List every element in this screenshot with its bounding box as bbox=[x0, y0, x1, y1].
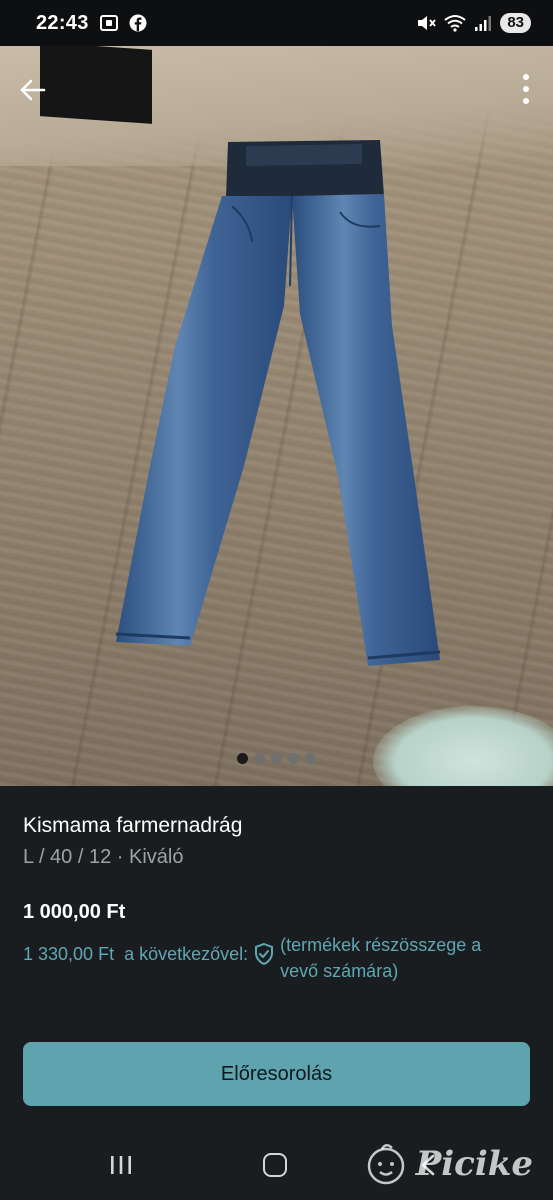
home-icon[interactable] bbox=[263, 1153, 287, 1177]
gallery-dot[interactable] bbox=[288, 753, 299, 764]
buyer-price-row[interactable]: 1 330,00 Ft a következővel: (termékek ré… bbox=[23, 930, 533, 984]
product-image-gallery[interactable] bbox=[0, 46, 553, 786]
gallery-pagination bbox=[0, 753, 553, 764]
gallery-dot[interactable] bbox=[305, 753, 316, 764]
jeans-image bbox=[115, 140, 441, 666]
watermark: Picike bbox=[362, 1142, 533, 1186]
item-subtitle: L / 40 / 12 · Kiváló bbox=[23, 846, 184, 868]
gallery-dot[interactable] bbox=[271, 753, 282, 764]
shield-check-icon bbox=[255, 942, 274, 966]
status-bar: 22:43 83 bbox=[0, 0, 553, 46]
mute-icon bbox=[418, 16, 437, 30]
baby-face-logo-icon bbox=[367, 1144, 404, 1185]
facebook-icon bbox=[129, 14, 147, 32]
signal-icon bbox=[475, 16, 492, 31]
item-details: Kismama farmernadrág L / 40 / 12 · Kivál… bbox=[0, 786, 553, 1116]
item-price: 1 000,00 Ft bbox=[23, 901, 126, 923]
status-time: 22:43 bbox=[36, 11, 89, 34]
watermark-text: Picike bbox=[415, 1144, 533, 1184]
recent-apps-icon[interactable] bbox=[108, 1154, 134, 1176]
more-vertical-icon[interactable] bbox=[519, 72, 533, 106]
screenshot-icon bbox=[99, 15, 118, 31]
status-left: 22:43 bbox=[36, 12, 147, 35]
gallery-dot[interactable] bbox=[254, 753, 265, 764]
back-arrow-icon[interactable] bbox=[16, 74, 48, 106]
buyer-price: 1 330,00 Ft bbox=[23, 944, 115, 964]
buyer-price-note: (termékek részösszege a vevő számára) bbox=[280, 935, 482, 981]
item-title: Kismama farmernadrág bbox=[23, 814, 243, 837]
promote-button[interactable]: Előresorolás bbox=[23, 1042, 530, 1106]
gallery-dot[interactable] bbox=[237, 753, 248, 764]
battery-indicator: 83 bbox=[500, 13, 531, 33]
buyer-price-with-label: a következővel: bbox=[124, 944, 249, 964]
wifi-icon bbox=[444, 15, 466, 32]
status-right: 83 bbox=[416, 13, 531, 33]
